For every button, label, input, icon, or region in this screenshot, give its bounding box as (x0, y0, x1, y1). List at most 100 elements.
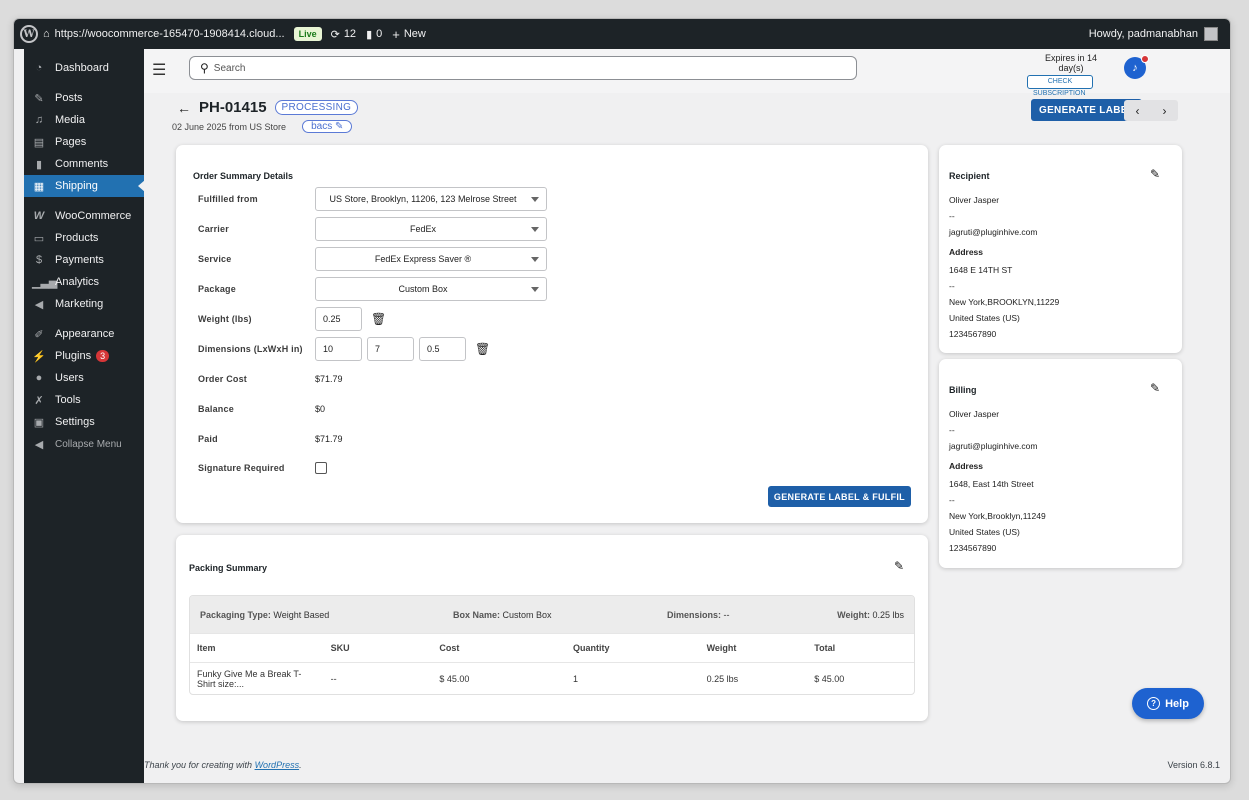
media-icon: ♫ (34, 114, 44, 126)
sidebar-item-comments[interactable]: ▮ Comments (24, 153, 144, 175)
recipient-title: Recipient (949, 171, 990, 181)
order-pagination: ‹ › (1124, 100, 1178, 121)
sidebar-item-posts[interactable]: ✎ Posts (24, 87, 144, 109)
carrier-select[interactable]: FedEx (315, 217, 547, 241)
edit-billing-icon[interactable]: ✎ (1150, 381, 1160, 395)
chevron-down-icon (531, 197, 539, 202)
user-icon: ● (35, 372, 43, 384)
sidebar-item-analytics[interactable]: ▁▃▅ Analytics (24, 271, 144, 293)
order-summary-card: Order Summary Details Fulfilled from US … (176, 145, 928, 523)
order-id: PH-01415 (199, 99, 267, 116)
previous-order-icon[interactable]: ‹ (1136, 104, 1140, 118)
order-subtitle-row: 02 June 2025 from US Store bacs ✎ (172, 120, 353, 133)
wordpress-logo-icon[interactable]: W (20, 25, 38, 43)
plus-icon: + (392, 26, 400, 42)
billing-card: Billing ✎ Oliver Jasper -- jagruti@plugi… (939, 359, 1182, 568)
trash-icon[interactable]: 🗑 (371, 312, 386, 326)
back-arrow-icon[interactable]: ← (177, 100, 191, 116)
sidebar-item-dashboard[interactable]: ◔ Dashboard (24, 57, 144, 79)
sidebar-item-tools[interactable]: ✗ Tools (24, 389, 144, 411)
signature-required-checkbox[interactable] (315, 462, 327, 474)
dollar-icon: $ (35, 254, 43, 266)
admin-sidebar: ◔ Dashboard ✎ Posts ♫ Media ▤ Pages ▮ Comment… (24, 49, 145, 783)
comments-link[interactable]: ▮ 0 (361, 19, 387, 49)
browser-frame: W ⌂ https://woocommerce-165470-1908414.c… (13, 18, 1231, 784)
width-input[interactable]: 7 (367, 337, 414, 361)
site-home-link[interactable]: ⌂ https://woocommerce-165470-1908414.clo… (38, 19, 290, 49)
carrier-row: Carrier FedEx (198, 217, 547, 241)
sidebar-item-media[interactable]: ♫ Media (24, 109, 144, 131)
pin-icon: ✎ (34, 92, 44, 105)
table-row: Funky Give Me a Break T-Shirt size:... -… (190, 662, 914, 694)
height-input[interactable]: 0.5 (419, 337, 466, 361)
weight-input[interactable]: 0.25 (315, 307, 362, 331)
edit-recipient-icon[interactable]: ✎ (1150, 167, 1160, 181)
live-badge[interactable]: Live (293, 27, 322, 41)
order-summary-title: Order Summary Details (193, 171, 294, 181)
app-topbar: ☰ ⚲ Search Expires in 14 day(s) CHECK SU… (144, 49, 1230, 97)
fulfilled-from-select[interactable]: US Store, Brooklyn, 11206, 123 Melrose S… (315, 187, 547, 211)
check-subscription-button[interactable]: CHECK (1027, 75, 1093, 89)
recipient-card: Recipient ✎ Oliver Jasper -- jagruti@plu… (939, 145, 1182, 353)
service-select[interactable]: FedEx Express Saver ® (315, 247, 547, 271)
order-header: ← PH-01415 PROCESSING (177, 99, 359, 116)
settings-icon: ▣ (33, 416, 45, 429)
updates-link[interactable]: ⟳ 12 (326, 19, 361, 49)
new-content-link[interactable]: + New (387, 19, 431, 49)
wrench-icon: ✗ (34, 394, 44, 407)
sidebar-item-plugins[interactable]: ⚡ Plugins 3 (24, 345, 144, 367)
package-select[interactable]: Custom Box (315, 277, 547, 301)
length-input[interactable]: 10 (315, 337, 362, 361)
check-subscription-label[interactable]: SUBSCRIPTION (1033, 90, 1086, 97)
order-cost-value: $71.79 (315, 374, 343, 384)
sidebar-item-users[interactable]: ● Users (24, 367, 144, 389)
comment-icon: ▮ (35, 158, 43, 171)
collapse-icon: ◀ (34, 438, 44, 451)
sidebar-collapse-menu[interactable]: ◀ Collapse Menu (24, 433, 144, 455)
next-order-icon[interactable]: › (1163, 104, 1167, 118)
package-row: Package Custom Box (198, 277, 547, 301)
sidebar-item-woocommerce[interactable]: W WooCommerce (24, 205, 144, 227)
packing-summary-title: Packing Summary (189, 563, 268, 573)
fulfilled-from-row: Fulfilled from US Store, Brooklyn, 11206… (198, 187, 547, 211)
paid-row: Paid $71.79 (198, 434, 343, 444)
search-icon: ⚲ (200, 61, 209, 75)
account-menu[interactable]: Howdy, padmanabhan (1089, 27, 1230, 41)
order-subtitle: 02 June 2025 from US Store (172, 121, 287, 132)
footer-version: Version 6.8.1 (1167, 760, 1220, 770)
sidebar-item-appearance[interactable]: ✐ Appearance (24, 323, 144, 345)
sidebar-item-shipping[interactable]: ▦ Shipping (24, 175, 145, 197)
plugins-update-badge: 3 (96, 350, 110, 362)
archive-icon: ▭ (33, 232, 45, 245)
sidebar-item-marketing[interactable]: ◀ Marketing (24, 293, 144, 315)
footer-thanks: Thank you for creating with WordPress. (144, 760, 302, 770)
avatar (1204, 27, 1218, 41)
plug-icon: ⚡ (32, 350, 46, 363)
weight-row: Weight (lbs) 0.25 🗑 (198, 307, 386, 331)
comment-icon: ▮ (366, 28, 373, 41)
payment-method-chip[interactable]: bacs ✎ (302, 120, 353, 133)
edit-packing-icon[interactable]: ✎ (894, 559, 904, 573)
edit-icon: ✎ (334, 121, 344, 132)
search-input[interactable]: ⚲ Search (189, 56, 857, 80)
brush-icon: ✐ (34, 328, 44, 341)
packing-table: Packaging Type: Weight Based Box Name: C… (189, 595, 915, 695)
sidebar-item-products[interactable]: ▭ Products (24, 227, 144, 249)
paid-value: $71.79 (315, 434, 343, 444)
megaphone-icon: ◀ (34, 298, 44, 311)
trash-icon[interactable]: 🗑 (475, 342, 490, 356)
wordpress-link[interactable]: WordPress (255, 760, 300, 770)
dimensions-row: Dimensions (LxWxH in) 10 7 0.5 🗑 (198, 337, 490, 361)
question-icon: ? (1147, 697, 1161, 710)
help-button[interactable]: ? Help (1132, 688, 1204, 719)
sidebar-item-settings[interactable]: ▣ Settings (24, 411, 144, 433)
billing-title: Billing (949, 385, 977, 395)
hamburger-menu-icon[interactable]: ☰ (152, 60, 166, 80)
signature-row: Signature Required (198, 456, 327, 480)
sidebar-item-payments[interactable]: $ Payments (24, 249, 144, 271)
sidebar-item-pages[interactable]: ▤ Pages (24, 131, 144, 153)
chevron-down-icon (531, 287, 539, 292)
notification-dot (1141, 55, 1149, 63)
generate-label-fulfil-button[interactable]: GENERATE LABEL & FULFIL (767, 486, 911, 507)
table-header: Item SKU Cost Quantity Weight Total (190, 633, 914, 662)
